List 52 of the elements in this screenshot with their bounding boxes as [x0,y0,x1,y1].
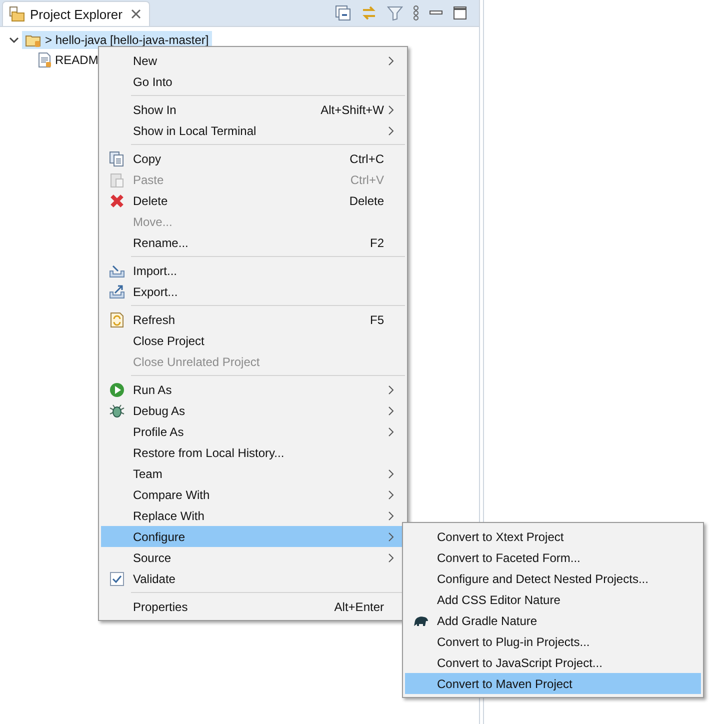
menu-item[interactable]: Import... [101,260,405,281]
menu-item[interactable]: Go Into [101,71,405,92]
menu-item[interactable]: Restore from Local History... [101,442,405,463]
menu-item[interactable]: Close Project [101,330,405,351]
project-item[interactable]: > hello-java [hello-java-master] [22,31,212,49]
menu-item[interactable]: Source [101,547,405,568]
menu-item[interactable]: Add Gradle Nature [405,610,701,631]
run-icon [109,382,125,398]
refresh-icon [109,312,125,328]
menu-item[interactable]: Add CSS Editor Nature [405,589,701,610]
menu-item[interactable]: Run As [101,379,405,400]
menu-item[interactable]: Validate [101,568,405,589]
clipboard-icon [109,172,125,188]
menu-item[interactable]: Convert to Maven Project [405,673,701,694]
import-icon [109,262,125,278]
menu-item[interactable]: Show in Local Terminal [101,120,405,141]
menu-item[interactable]: New [101,50,405,71]
folder-icon [9,6,25,22]
export-icon [109,284,125,300]
menu-item[interactable]: Configure and Detect Nested Projects... [405,568,701,589]
menu-item[interactable]: Team [101,463,405,484]
menu-item[interactable]: Export... [101,281,405,302]
collapse-all-icon[interactable] [335,5,351,21]
maximize-icon[interactable] [453,6,467,20]
filter-icon[interactable] [387,5,403,21]
menu-item[interactable]: Delete Delete [101,190,405,211]
menu-item[interactable]: Compare With [101,484,405,505]
menu-item[interactable]: Rename... F2 [101,232,405,253]
view-tab[interactable]: Project Explorer [2,1,150,26]
file-item[interactable]: READM [34,51,102,69]
tab-title: Project Explorer [30,6,122,22]
file-icon [37,52,53,68]
menu-item[interactable]: Profile As [101,421,405,442]
elephant-icon [413,614,429,626]
menu-item[interactable]: Refresh F5 [101,309,405,330]
more-icon[interactable] [413,5,419,21]
menu-item[interactable]: Convert to Faceted Form... [405,547,701,568]
menu-item[interactable]: Copy Ctrl+C [101,148,405,169]
bug-icon [109,402,125,418]
menu-item[interactable]: Debug As [101,400,405,421]
close-icon[interactable] [131,9,142,19]
copy-icon [109,150,125,166]
menu-item[interactable]: Show In Alt+Shift+W [101,99,405,120]
menu-item[interactable]: Configure [101,526,405,547]
expand-icon[interactable] [9,35,19,45]
delete-icon [109,192,125,208]
menu-item[interactable]: Convert to JavaScript Project... [405,652,701,673]
menu-item[interactable]: Convert to Plug-in Projects... [405,631,701,652]
checkbox-icon [110,572,124,586]
menu-item[interactable]: Replace With [101,505,405,526]
menu-item[interactable]: Properties Alt+Enter [101,596,405,617]
menu-item[interactable]: Convert to Xtext Project [405,526,701,547]
